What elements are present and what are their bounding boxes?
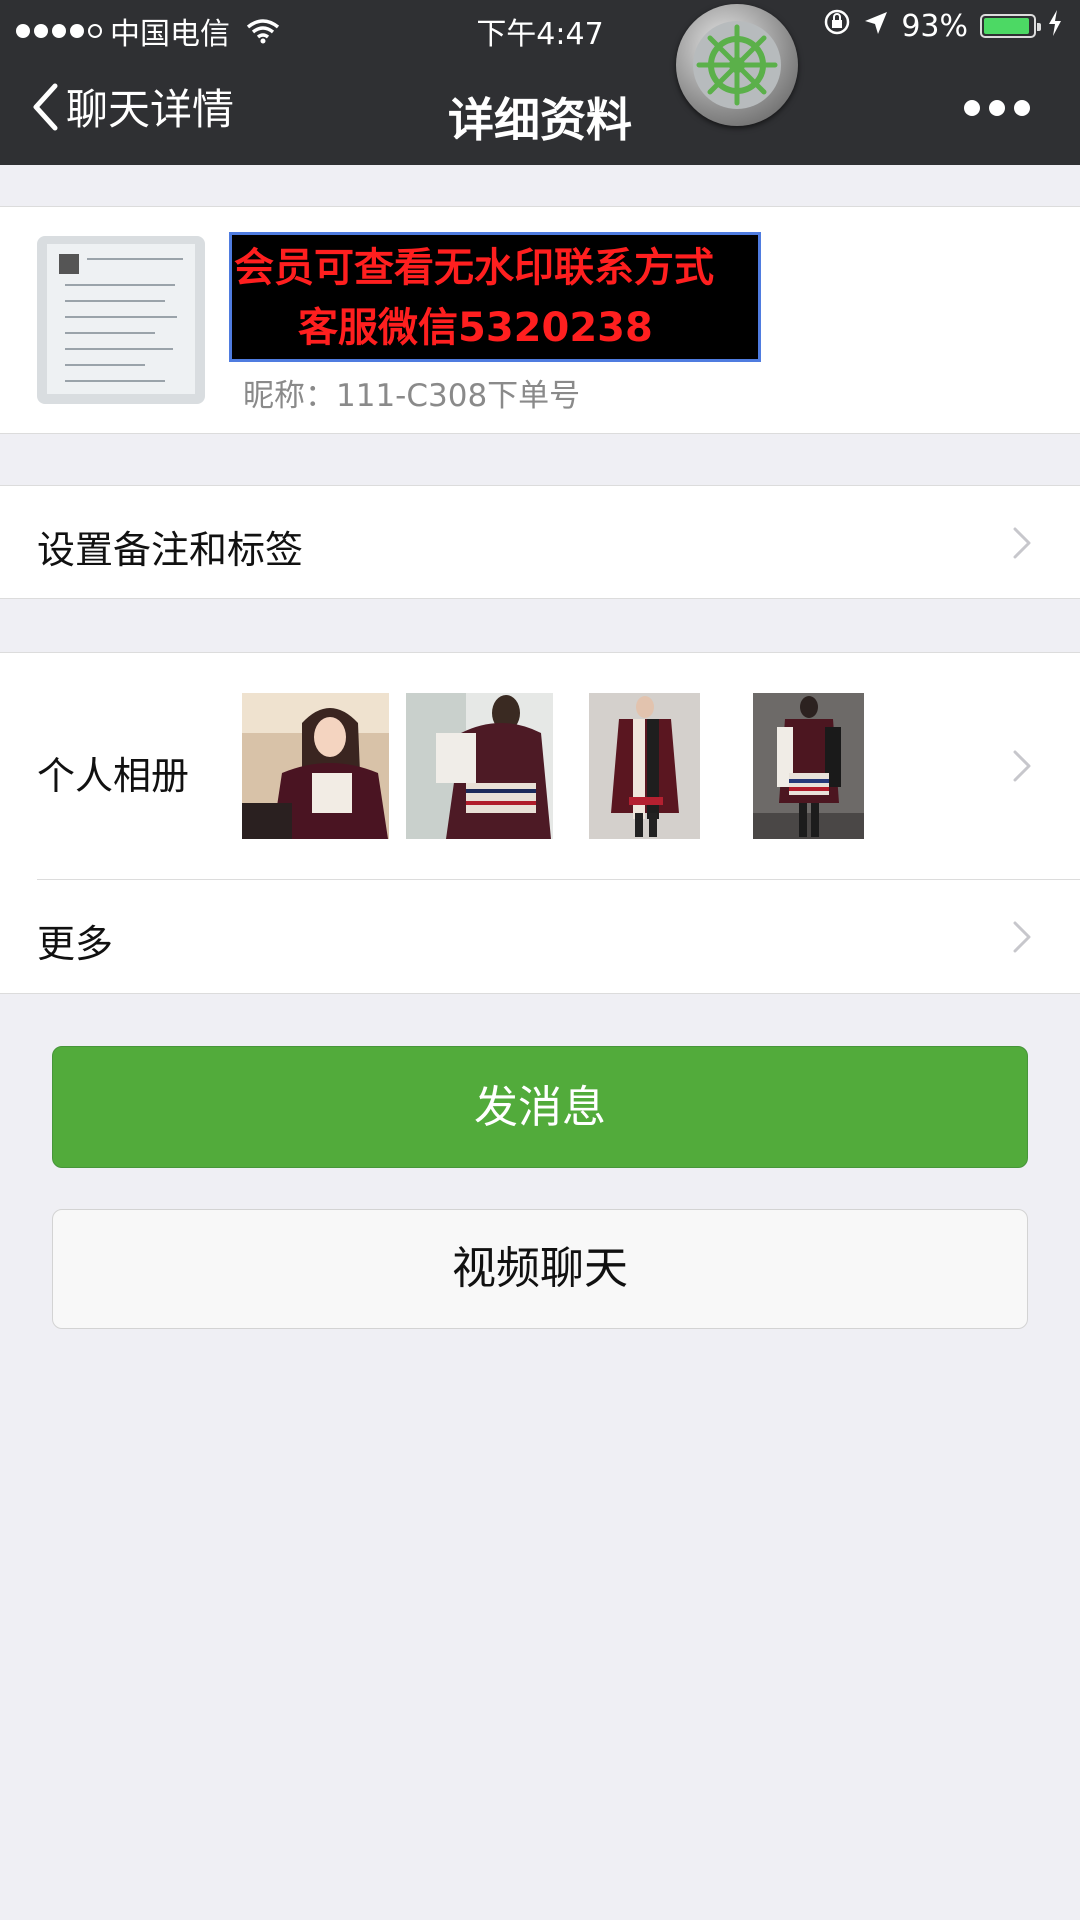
navigation-bar: 聊天详情 详细资料 (0, 56, 1080, 165)
remark-tags-row[interactable]: 设置备注和标签 (0, 485, 1080, 599)
rotation-lock-icon (823, 8, 851, 44)
more-row[interactable]: 更多 (0, 880, 1080, 993)
battery-icon (980, 14, 1041, 38)
top-bar: 中国电信 下午4:47 93% 聊天详情 详细资料 (0, 0, 1080, 165)
page-title: 详细资料 (448, 93, 632, 147)
more-label: 更多 (37, 922, 114, 966)
ellipsis-icon (964, 100, 980, 116)
avatar[interactable] (37, 236, 205, 404)
location-arrow-icon (863, 9, 889, 44)
chevron-right-icon (1013, 921, 1031, 953)
banner-line-1: 会员可查看无水印联系方式 (234, 245, 714, 291)
album-photo-1[interactable] (242, 693, 389, 839)
video-chat-button[interactable]: 视频聊天 (52, 1209, 1028, 1329)
album-photo-4[interactable] (753, 693, 864, 839)
nickname-label: 昵称：111-C308下单号 (243, 378, 581, 414)
more-options-button[interactable] (964, 100, 1030, 116)
banner-line-2: 客服微信5320238 (298, 305, 653, 351)
ship-wheel-icon[interactable] (676, 4, 798, 126)
charging-icon (1048, 9, 1062, 44)
info-group: 个人相册 更多 (0, 652, 1080, 994)
album-photo-3[interactable] (589, 693, 700, 839)
album-photo-2[interactable] (406, 693, 553, 839)
album-row[interactable]: 个人相册 (0, 653, 1080, 879)
watermark-banner: 会员可查看无水印联系方式 客服微信5320238 (229, 232, 761, 362)
chevron-right-icon (1013, 750, 1031, 782)
remark-tags-label: 设置备注和标签 (37, 528, 304, 572)
album-label: 个人相册 (37, 754, 190, 798)
chevron-right-icon (1013, 527, 1031, 559)
battery-percent: 93% (901, 8, 968, 44)
profile-header: 会员可查看无水印联系方式 客服微信5320238 昵称：111-C308下单号 (0, 206, 1080, 434)
status-right: 93% (823, 8, 1062, 44)
status-bar: 中国电信 下午4:47 93% (0, 0, 1080, 56)
send-message-button[interactable]: 发消息 (52, 1046, 1028, 1168)
